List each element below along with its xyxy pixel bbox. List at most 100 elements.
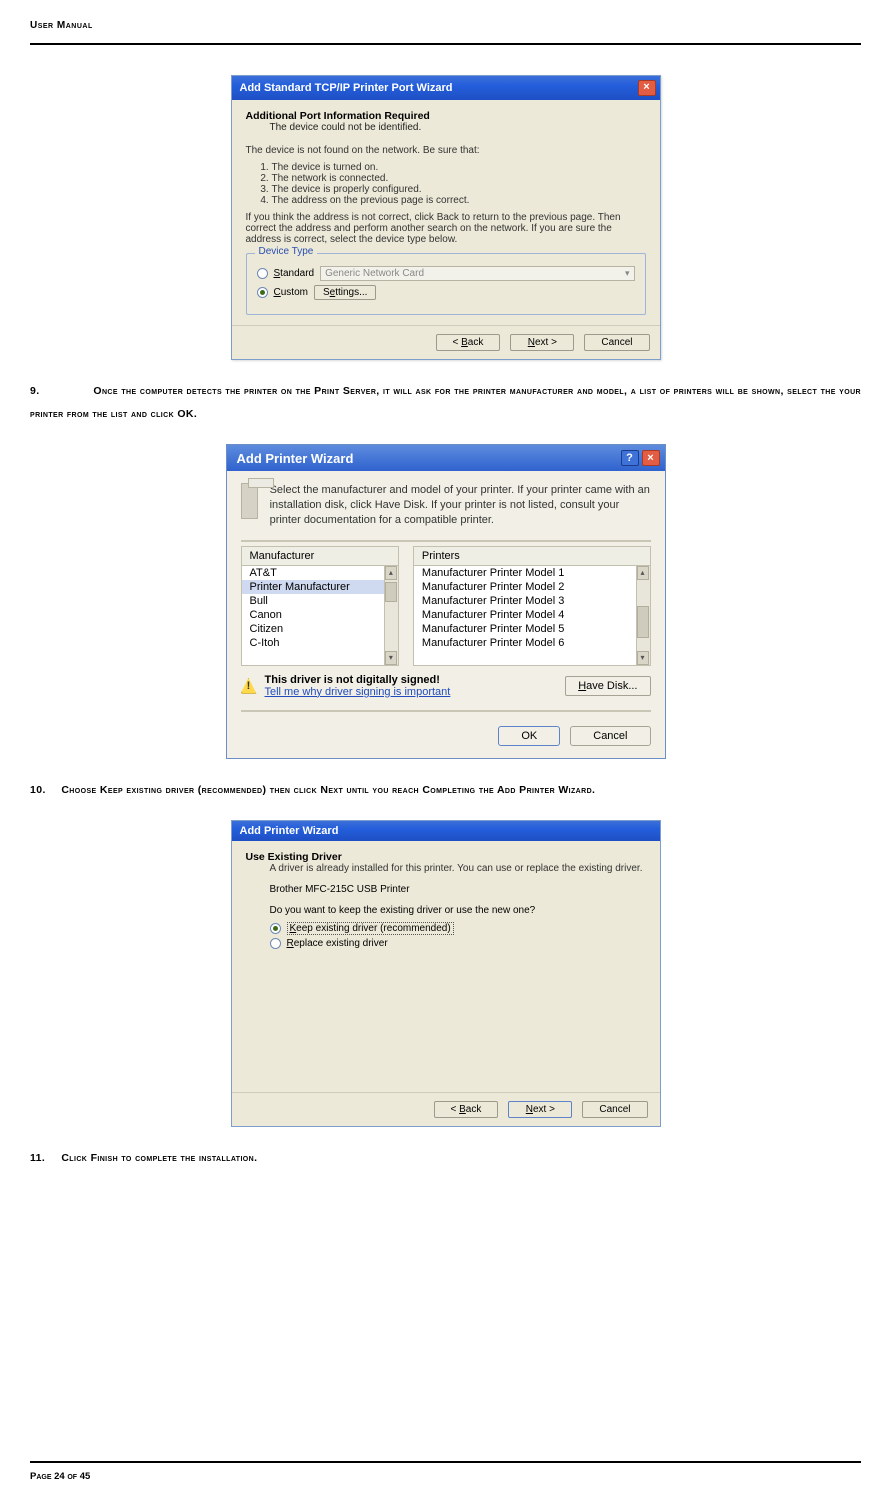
dialog2-wrapper: Add Printer Wizard ? × Select the manufa… — [30, 444, 861, 759]
next-button[interactable]: Next > — [510, 334, 574, 351]
step-9: 9. Once the computer detects the printer… — [30, 380, 861, 426]
step-10: 10. Choose Keep existing driver (recomme… — [30, 779, 861, 802]
warning-text: This driver is not digitally signed! — [265, 674, 440, 686]
step-10-a: Choose — [61, 784, 100, 796]
device-type-legend: Device Type — [255, 246, 318, 257]
list-item[interactable]: Manufacturer Printer Model 1 — [414, 566, 650, 580]
manufacturer-label: Manufacturer — [250, 550, 315, 562]
step-10-d: Next — [320, 784, 343, 796]
step-9-text-c: . — [194, 408, 197, 420]
warning-text-block: This driver is not digitally signed! Tel… — [265, 674, 451, 698]
list-item[interactable]: Manufacturer Printer Model 2 — [414, 580, 650, 594]
help-icon[interactable]: ? — [621, 450, 639, 466]
custom-radio[interactable] — [257, 287, 268, 298]
step-10-e: until you reach — [343, 784, 422, 796]
use-existing-driver-dialog: Add Printer Wizard Use Existing Driver A… — [231, 820, 661, 1127]
keep-driver-radio[interactable] — [270, 923, 281, 934]
tcpip-port-wizard-dialog: Add Standard TCP/IP Printer Port Wizard … — [231, 75, 661, 360]
scrollbar[interactable]: ▴ ▾ — [636, 566, 650, 665]
step-10-number: 10. — [30, 779, 58, 802]
list-item[interactable]: Manufacturer Printer Model 6 — [414, 636, 650, 650]
step-9-text-a: Once the computer detects the printer on… — [30, 385, 861, 420]
step-10-b: Keep existing driver (recommended) — [100, 784, 266, 796]
list-item[interactable]: Canon — [242, 608, 398, 622]
dialog1-para2: If you think the address is not correct,… — [246, 212, 646, 245]
have-disk-button[interactable]: Have Disk... — [565, 676, 650, 696]
dialog1-para1: The device is not found on the network. … — [246, 145, 646, 156]
list-item[interactable]: Manufacturer Printer Model 3 — [414, 594, 650, 608]
back-button[interactable]: < Back — [436, 334, 501, 351]
list-item[interactable]: Printer Manufacturer — [242, 580, 398, 594]
cancel-button[interactable]: Cancel — [570, 726, 650, 746]
scrollbar-thumb[interactable] — [637, 606, 649, 638]
printers-list[interactable]: Manufacturer Printer Model 1 Manufacture… — [413, 566, 651, 666]
manufacturer-list[interactable]: AT&T Printer Manufacturer Bull Canon Cit… — [241, 566, 399, 666]
step-11-b: Finish — [91, 1152, 118, 1164]
dialog2-titlebar: Add Printer Wizard ? × — [227, 445, 665, 471]
list-item[interactable]: Citizen — [242, 622, 398, 636]
dialog2-title: Add Printer Wizard — [237, 451, 354, 466]
chevron-down-icon: ▾ — [625, 268, 630, 279]
custom-label: Custom — [274, 287, 308, 298]
standard-combo[interactable]: Generic Network Card ▾ — [320, 266, 634, 281]
scrollbar[interactable]: ▴ ▾ — [384, 566, 398, 665]
dialog3-wrapper: Add Printer Wizard Use Existing Driver A… — [30, 820, 861, 1127]
device-type-fieldset: Device Type Standard Generic Network Car… — [246, 253, 646, 315]
list-item[interactable]: Manufacturer Printer Model 4 — [414, 608, 650, 622]
replace-driver-radio[interactable] — [270, 938, 281, 949]
dialog3-titlebar: Add Printer Wizard — [232, 821, 660, 841]
chevron-down-icon[interactable]: ▾ — [637, 651, 649, 665]
dialog3-heading: Use Existing Driver — [246, 851, 646, 863]
dialog1-wrapper: Add Standard TCP/IP Printer Port Wizard … — [30, 75, 861, 360]
dialog1-subheading: The device could not be identified. — [246, 122, 646, 133]
next-button[interactable]: Next > — [508, 1101, 572, 1118]
printer-icon — [241, 483, 258, 519]
chevron-up-icon[interactable]: ▴ — [385, 566, 397, 580]
list-item[interactable]: AT&T — [242, 566, 398, 580]
list-item: The device is properly configured. — [272, 184, 646, 195]
driver-signing-link[interactable]: Tell me why driver signing is important — [265, 686, 451, 698]
step-11-a: Click — [61, 1152, 90, 1164]
back-button[interactable]: < Back — [434, 1101, 499, 1118]
list-item[interactable]: Manufacturer Printer Model 5 — [414, 622, 650, 636]
printers-header: Printers — [413, 546, 651, 566]
printer-name: Brother MFC-215C USB Printer — [246, 884, 646, 895]
close-icon[interactable]: × — [638, 80, 656, 96]
step-11: 11. Click Finish to complete the install… — [30, 1147, 861, 1170]
dialog1-heading: Additional Port Information Required — [246, 110, 646, 122]
dialog3-sub: A driver is already installed for this p… — [246, 863, 646, 874]
settings-button[interactable]: Settings... — [314, 285, 376, 300]
replace-driver-label: Replace existing driver — [287, 938, 388, 949]
dialog3-button-row: < Back Next > Cancel — [232, 1092, 660, 1126]
close-icon[interactable]: × — [642, 450, 660, 466]
step-10-c: then click — [266, 784, 320, 796]
page-header: User Manual — [30, 20, 861, 45]
list-item[interactable]: C-Itoh — [242, 636, 398, 650]
warning-icon: ! — [241, 678, 257, 694]
standard-radio[interactable] — [257, 268, 268, 279]
list-item[interactable]: Bull — [242, 594, 398, 608]
separator — [241, 710, 651, 712]
step-11-number: 11. — [30, 1147, 58, 1170]
separator — [241, 540, 651, 542]
chevron-up-icon[interactable]: ▴ — [637, 566, 649, 580]
dialog2-description: Select the manufacturer and model of you… — [270, 483, 651, 528]
dialog3-question: Do you want to keep the existing driver … — [246, 905, 646, 916]
cancel-button[interactable]: Cancel — [582, 1101, 647, 1118]
step-9-number: 9. — [30, 380, 58, 403]
dialog1-list: The device is turned on. The network is … — [246, 162, 646, 206]
page-footer: Page 24 of 45 — [30, 1461, 861, 1482]
scrollbar-thumb[interactable] — [385, 582, 397, 602]
ok-button[interactable]: OK — [498, 726, 560, 746]
step-11-c: to complete the installation. — [118, 1152, 257, 1164]
chevron-down-icon[interactable]: ▾ — [385, 651, 397, 665]
cancel-button[interactable]: Cancel — [584, 334, 649, 351]
combo-value: Generic Network Card — [325, 268, 424, 279]
step-10-g: . — [592, 784, 595, 796]
add-printer-wizard-dialog: Add Printer Wizard ? × Select the manufa… — [226, 444, 666, 759]
dialog1-button-row: < Back Next > Cancel — [232, 325, 660, 359]
list-item: The network is connected. — [272, 173, 646, 184]
printers-label: Printers — [422, 550, 460, 562]
step-10-f: Completing the Add Printer Wizard — [422, 784, 592, 796]
step-9-ok: OK — [177, 408, 194, 420]
